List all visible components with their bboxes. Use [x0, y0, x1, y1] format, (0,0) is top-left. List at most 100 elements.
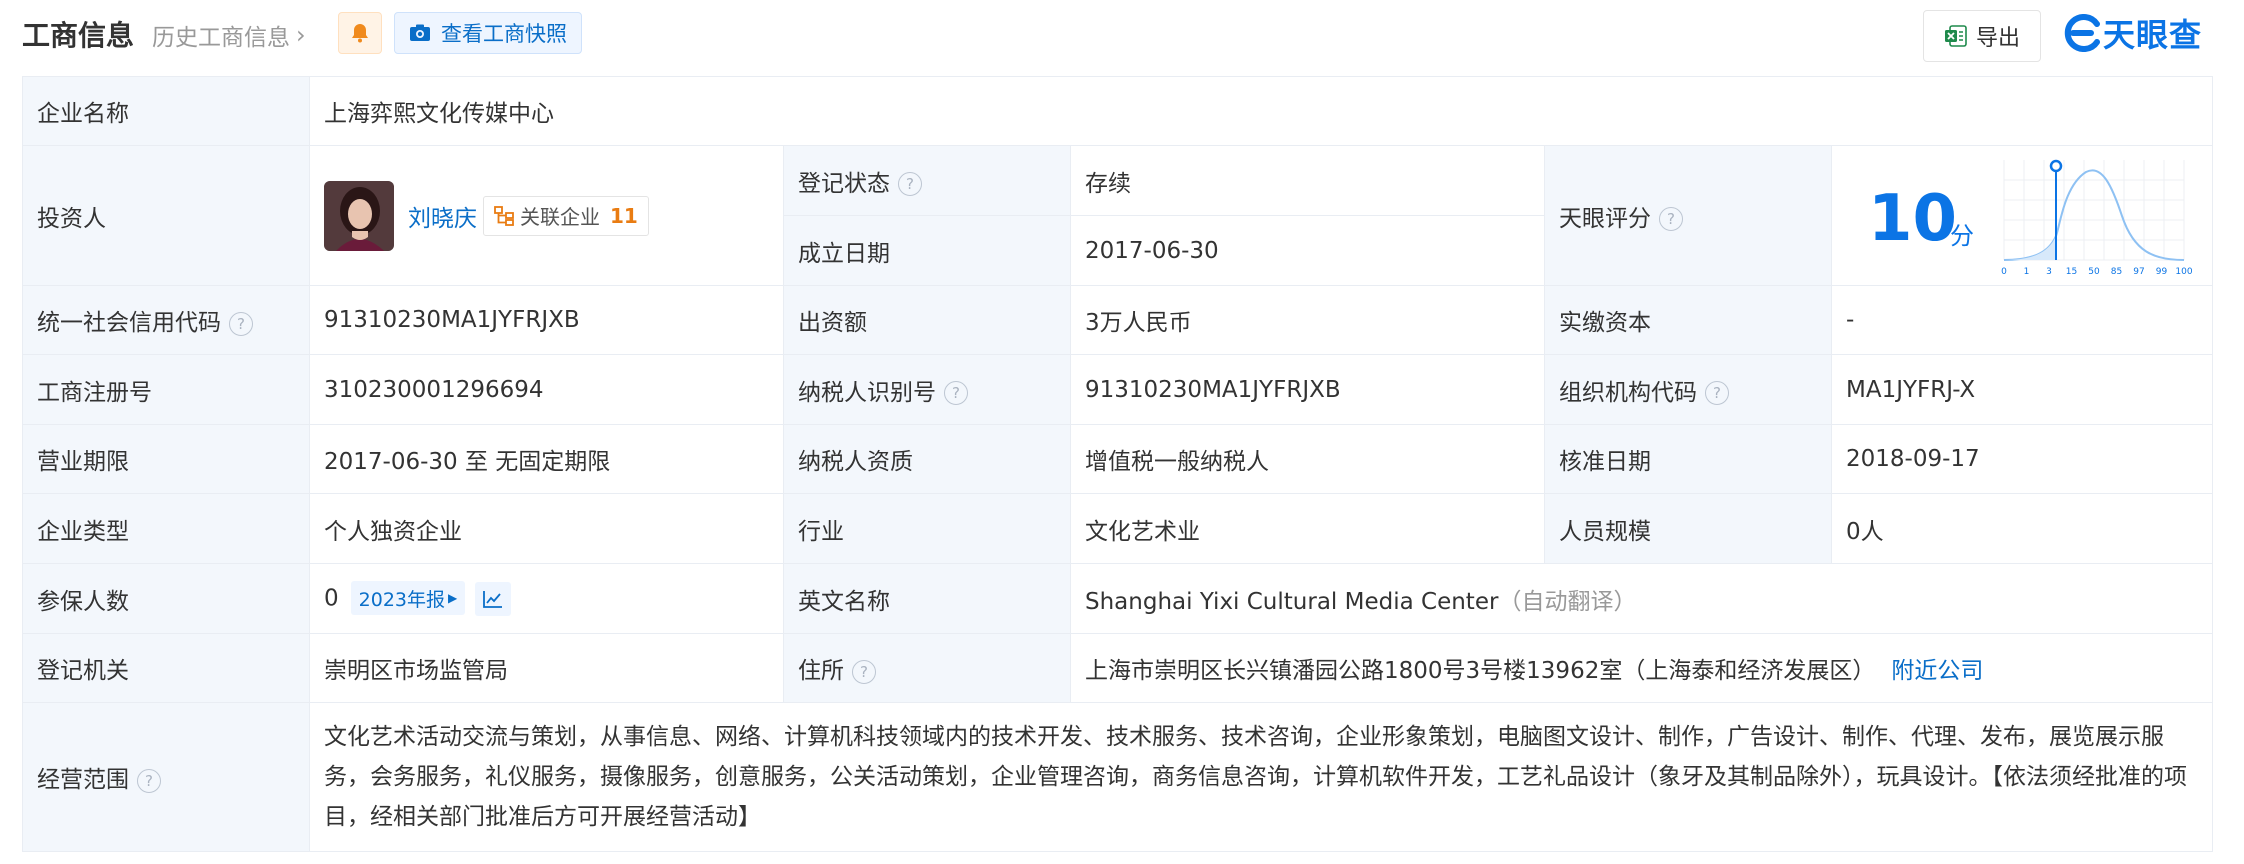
table-row: 经营范围? 文化艺术活动交流与策划，从事信息、网络、计算机科技领域内的技术开发、… — [22, 702, 2214, 852]
annual-report-button[interactable]: 2023年报 ▶ — [350, 581, 466, 615]
score-tick-label: 15 — [2066, 267, 2077, 277]
tianyan-score[interactable]: 10 分 0 1 3 15 50 85 97 99 100 — [1830, 145, 2214, 286]
table-row: 统一社会信用代码? 91310230MA1JYFRJXB 出资额 3万人民币 实… — [22, 285, 2214, 355]
credit-code-label: 统一社会信用代码? — [22, 285, 310, 355]
snapshot-label: 查看工商快照 — [441, 22, 567, 46]
tax-qual-label: 纳税人资质 — [783, 424, 1071, 494]
approve-date-label: 核准日期 — [1544, 424, 1832, 494]
bell-button[interactable] — [338, 12, 382, 54]
help-icon[interactable]: ? — [852, 659, 876, 684]
camera-icon — [410, 24, 430, 41]
table-row: 登记机关 崇明区市场监管局 住所? 上海市崇明区长兴镇潘园公路1800号3号楼1… — [22, 633, 2214, 703]
org-code-label: 组织机构代码? — [1544, 354, 1832, 425]
score-tick-label: 3 — [2046, 267, 2052, 277]
scope-label: 经营范围? — [22, 702, 310, 852]
score-tick-label: 99 — [2156, 267, 2168, 277]
help-icon[interactable]: ? — [137, 768, 161, 793]
staff-size-label: 人员规模 — [1544, 493, 1832, 564]
chevron-right-icon: › — [296, 21, 306, 49]
help-icon[interactable]: ? — [1659, 207, 1683, 231]
help-icon[interactable]: ? — [229, 311, 253, 336]
industry-label: 行业 — [783, 493, 1071, 564]
score-label: 天眼评分? — [1544, 145, 1832, 286]
snapshot-button[interactable]: 查看工商快照 — [394, 12, 582, 54]
org-code-label-text: 组织机构代码 — [1559, 379, 1697, 406]
tax-id-label: 纳税人识别号? — [783, 354, 1071, 425]
investor-cell: 刘晓庆 关联企业 11 — [309, 145, 784, 286]
score-tick-label: 97 — [2133, 267, 2144, 277]
term-label: 营业期限 — [22, 424, 310, 494]
paid-capital-value: - — [1830, 285, 2214, 355]
authority-value: 崇明区市场监管局 — [309, 633, 784, 703]
tianyancha-logo: 天眼查 — [2063, 10, 2202, 56]
score-label-text: 天眼评分 — [1559, 205, 1651, 232]
section-title: 工商信息 — [22, 19, 135, 52]
history-label: 历史工商信息 — [152, 25, 290, 51]
address-cell: 上海市崇明区长兴镇潘园公路1800号3号楼13962室（上海泰和经济发展区） 附近… — [1069, 633, 2214, 703]
company-type-label: 企业类型 — [22, 493, 310, 564]
en-name-label: 英文名称 — [783, 563, 1071, 634]
logo-text: 天眼查 — [2103, 16, 2203, 54]
export-label: 导出 — [1975, 26, 2020, 51]
score-unit: 分 — [1950, 222, 1974, 250]
company-name-value: 上海弈熙文化传媒中心 — [308, 76, 2214, 146]
help-icon[interactable]: ? — [944, 381, 968, 405]
table-row: 工商注册号 310230001296694 纳税人识别号? 91310230MA… — [22, 354, 2214, 425]
reg-status-label: 登记状态? — [783, 145, 1071, 216]
tax-id-label-text: 纳税人识别号 — [798, 379, 936, 406]
company-name-label: 企业名称 — [22, 76, 310, 146]
industry-value: 文化艺术业 — [1070, 493, 1545, 564]
bell-icon — [352, 24, 368, 43]
help-icon[interactable]: ? — [898, 172, 922, 196]
trend-chart-button[interactable] — [475, 582, 512, 616]
reg-status-label-text: 登记状态 — [798, 170, 890, 197]
found-date-label: 成立日期 — [783, 215, 1071, 286]
credit-code-value: 91310230MA1JYFRJXB — [309, 285, 784, 355]
logo-icon — [2064, 14, 2100, 52]
table-row: 企业名称 上海弈熙文化传媒中心 — [22, 76, 2214, 146]
en-name-value: Shanghai Yixi Cultural Media Center — [1085, 588, 1499, 615]
related-count: 11 — [610, 203, 638, 228]
business-info-table: 企业名称 上海弈熙文化传媒中心 投资人 刘晓庆 关联企业 11 登记状态 ? 存… — [22, 76, 2214, 852]
nearby-companies-link[interactable]: 附近公司 — [1891, 658, 1983, 684]
tax-id-value: 91310230MA1JYFRJXB — [1070, 354, 1545, 425]
score-distribution-chart: 0 1 3 15 50 85 97 99 100 — [2001, 159, 2193, 277]
term-value: 2017-06-30 至 无固定期限 — [309, 424, 784, 494]
approve-date-value: 2018-09-17 — [1830, 424, 2214, 494]
credit-code-label-text: 统一社会信用代码 — [37, 310, 221, 336]
address-value: 上海市崇明区长兴镇潘园公路1800号3号楼13962室（上海泰和经济发展区） — [1085, 658, 1876, 684]
paid-capital-label: 实缴资本 — [1544, 285, 1832, 355]
authority-label: 登记机关 — [22, 633, 310, 703]
staff-size-value: 0人 — [1830, 493, 2214, 564]
score-tick-label: 0 — [2001, 267, 2007, 277]
score-value: 10 — [1868, 182, 1958, 256]
company-type-value: 个人独资企业 — [309, 493, 784, 564]
en-name-cell: Shanghai Yixi Cultural Media Center（自动翻译… — [1069, 563, 2214, 634]
help-icon[interactable]: ? — [1705, 381, 1729, 405]
caret-right-icon: ▶ — [448, 591, 458, 605]
score-tick-label: 1 — [2024, 267, 2030, 277]
capital-label: 出资额 — [783, 285, 1071, 355]
avatar[interactable] — [324, 180, 394, 251]
annual-report-label: 2023年报 — [358, 588, 445, 611]
score-tick-label: 50 — [2088, 267, 2100, 277]
address-label-text: 住所 — [798, 658, 844, 684]
scope-value: 文化艺术活动交流与策划，从事信息、网络、计算机科技领域内的技术开发、技术服务、技… — [308, 702, 2214, 852]
tax-qual-value: 增值税一般纳税人 — [1070, 424, 1545, 494]
org-tree-icon — [494, 205, 514, 226]
table-row: 营业期限 2017-06-30 至 无固定期限 纳税人资质 增值税一般纳税人 核… — [22, 424, 2214, 494]
reg-status-value: 存续 — [1070, 145, 1545, 216]
related-companies-button[interactable]: 关联企业 11 — [483, 195, 649, 236]
auto-translate-note: （自动翻译） — [1498, 588, 1637, 615]
excel-icon — [1944, 25, 1967, 47]
investor-name-link[interactable]: 刘晓庆 — [408, 199, 477, 233]
line-chart-icon — [483, 591, 503, 608]
investor-label: 投资人 — [22, 145, 310, 286]
found-date-value: 2017-06-30 — [1070, 215, 1545, 286]
score-tick-label: 100 — [2175, 267, 2192, 277]
org-code-value: MA1JYFRJ-X — [1830, 354, 2214, 425]
export-button[interactable]: 导出 — [1923, 10, 2041, 62]
history-link[interactable]: 历史工商信息 › — [152, 18, 306, 52]
reg-no-value: 310230001296694 — [309, 354, 784, 425]
related-label: 关联企业 — [520, 205, 600, 229]
